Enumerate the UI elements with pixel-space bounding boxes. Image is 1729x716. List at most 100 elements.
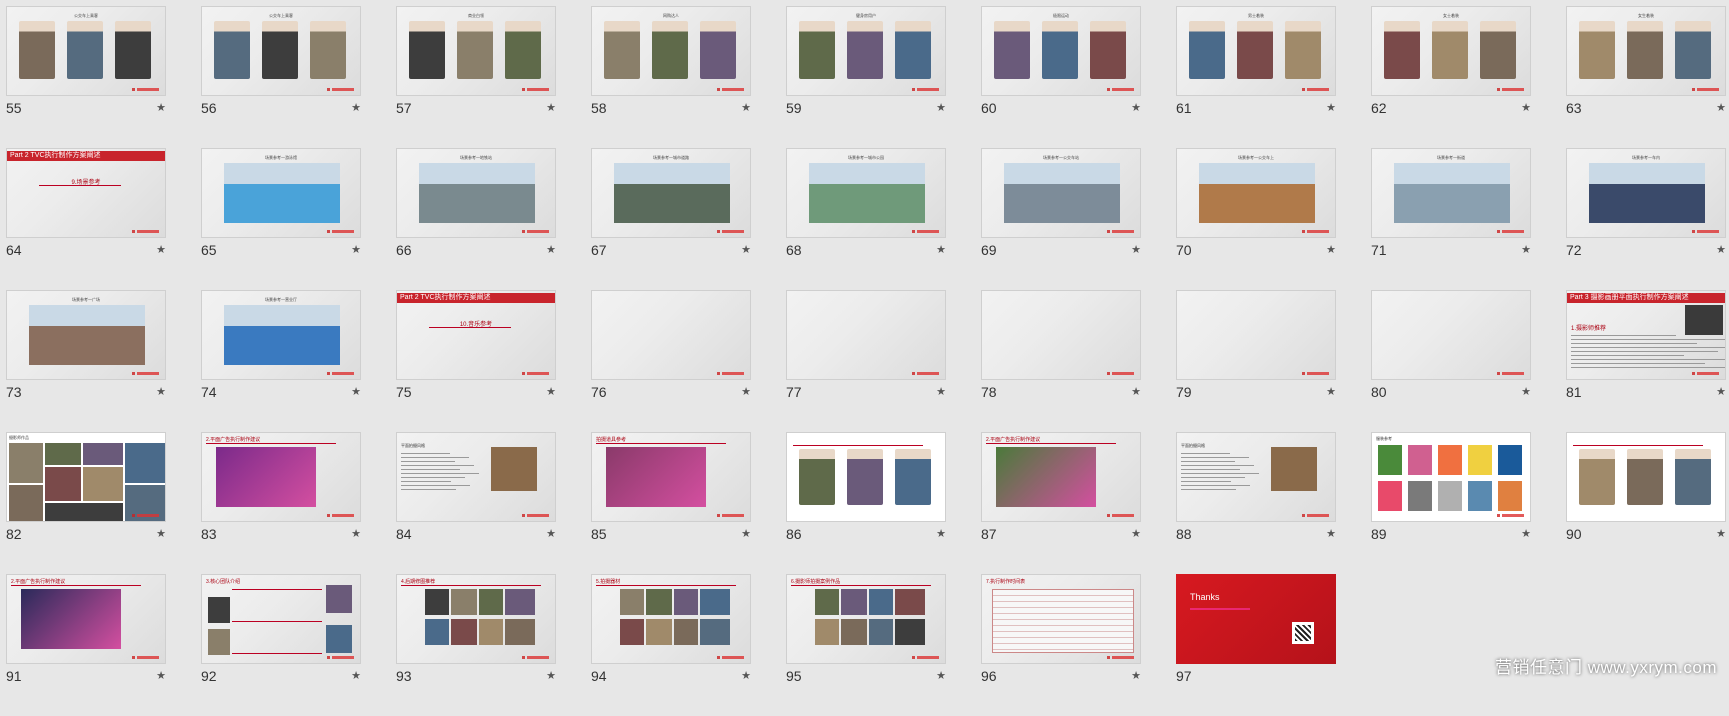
- slide-preview[interactable]: [1176, 290, 1336, 380]
- slide-thumbnail[interactable]: 场景参考一游泳馆 65 ★: [201, 148, 361, 290]
- slide-preview[interactable]: 5.拍摄器材: [591, 574, 751, 664]
- slide-preview[interactable]: 场景参考一车内: [1566, 148, 1726, 238]
- slide-preview[interactable]: 平面拍摄风格: [1176, 432, 1336, 522]
- slide-preview[interactable]: 2.平面广告执行制作建议: [981, 432, 1141, 522]
- slide-thumbnail[interactable]: 79 ★: [1176, 290, 1336, 432]
- transition-star-icon[interactable]: ★: [546, 527, 556, 540]
- transition-star-icon[interactable]: ★: [741, 243, 751, 256]
- transition-star-icon[interactable]: ★: [936, 669, 946, 682]
- slide-preview[interactable]: 公交车上乘客: [6, 6, 166, 96]
- transition-star-icon[interactable]: ★: [1521, 101, 1531, 114]
- slide-preview[interactable]: 女生着装: [1566, 6, 1726, 96]
- slide-preview[interactable]: 3.核心团队介绍: [201, 574, 361, 664]
- transition-star-icon[interactable]: ★: [156, 385, 166, 398]
- slide-preview[interactable]: [786, 432, 946, 522]
- slide-thumbnail[interactable]: 平面拍摄风格 84 ★: [396, 432, 556, 574]
- transition-star-icon[interactable]: ★: [156, 527, 166, 540]
- slide-thumbnail[interactable]: 80 ★: [1371, 290, 1531, 432]
- slide-thumbnail[interactable]: 极限运动 60 ★: [981, 6, 1141, 148]
- transition-star-icon[interactable]: ★: [1716, 101, 1726, 114]
- transition-star-icon[interactable]: ★: [156, 243, 166, 256]
- slide-thumbnail[interactable]: 2.平面广告执行制作建议 91 ★: [6, 574, 166, 716]
- transition-star-icon[interactable]: ★: [936, 527, 946, 540]
- transition-star-icon[interactable]: ★: [741, 385, 751, 398]
- slide-thumbnail[interactable]: Part 2 TVC执行制作方案阐述 9.场景参考 64 ★: [6, 148, 166, 290]
- transition-star-icon[interactable]: ★: [936, 243, 946, 256]
- transition-star-icon[interactable]: ★: [1326, 385, 1336, 398]
- slide-preview[interactable]: 6.摄影师拍摄案例作品: [786, 574, 946, 664]
- slide-preview[interactable]: 摄影师作品: [6, 432, 166, 522]
- slide-preview[interactable]: Thanks: [1176, 574, 1336, 664]
- slide-preview[interactable]: 网购达人: [591, 6, 751, 96]
- slide-preview[interactable]: 场景参考一城市道路: [591, 148, 751, 238]
- transition-star-icon[interactable]: ★: [741, 101, 751, 114]
- slide-thumbnail[interactable]: 女生着装 63 ★: [1566, 6, 1726, 148]
- slide-preview[interactable]: 公交车上乘客: [201, 6, 361, 96]
- transition-star-icon[interactable]: ★: [351, 527, 361, 540]
- transition-star-icon[interactable]: ★: [546, 385, 556, 398]
- slide-preview[interactable]: 平面拍摄风格: [396, 432, 556, 522]
- slide-preview[interactable]: 场景参考一地铁站: [396, 148, 556, 238]
- slide-thumbnail[interactable]: Part 2 TVC执行制作方案阐述 10.音乐参考 75 ★: [396, 290, 556, 432]
- slide-thumbnail[interactable]: Thanks 97: [1176, 574, 1336, 716]
- slide-thumbnail[interactable]: 拍摄道具参考 85 ★: [591, 432, 751, 574]
- slide-preview[interactable]: 场景参考一广场: [6, 290, 166, 380]
- transition-star-icon[interactable]: ★: [1521, 527, 1531, 540]
- transition-star-icon[interactable]: ★: [1521, 243, 1531, 256]
- slide-preview[interactable]: 男士着装: [1176, 6, 1336, 96]
- slide-thumbnail[interactable]: 5.拍摄器材 94 ★: [591, 574, 751, 716]
- slide-preview[interactable]: 场景参考一公交车上: [1176, 148, 1336, 238]
- transition-star-icon[interactable]: ★: [936, 385, 946, 398]
- transition-star-icon[interactable]: ★: [1326, 243, 1336, 256]
- transition-star-icon[interactable]: ★: [1326, 101, 1336, 114]
- slide-thumbnail[interactable]: 摄影师作品 82 ★: [6, 432, 166, 574]
- slide-thumbnail[interactable]: 公交车上乘客 56 ★: [201, 6, 361, 148]
- transition-star-icon[interactable]: ★: [1131, 669, 1141, 682]
- slide-thumbnail[interactable]: 健身房用户 59 ★: [786, 6, 946, 148]
- slide-preview[interactable]: 4.后期修图推荐: [396, 574, 556, 664]
- slide-preview[interactable]: 健身房用户: [786, 6, 946, 96]
- slide-preview[interactable]: 极限运动: [981, 6, 1141, 96]
- slide-preview[interactable]: [786, 290, 946, 380]
- slide-preview[interactable]: 2.平面广告执行制作建议: [6, 574, 166, 664]
- slide-thumbnail[interactable]: 86 ★: [786, 432, 946, 574]
- transition-star-icon[interactable]: ★: [1716, 243, 1726, 256]
- slide-thumbnail[interactable]: 90 ★: [1566, 432, 1726, 574]
- slide-preview[interactable]: [1371, 290, 1531, 380]
- slide-preview[interactable]: [981, 290, 1141, 380]
- transition-star-icon[interactable]: ★: [351, 243, 361, 256]
- slide-thumbnail[interactable]: 76 ★: [591, 290, 751, 432]
- slide-preview[interactable]: 场景参考一公交车站: [981, 148, 1141, 238]
- slide-thumbnail[interactable]: 女士着装 62 ★: [1371, 6, 1531, 148]
- slide-preview[interactable]: 女士着装: [1371, 6, 1531, 96]
- slide-preview[interactable]: Part 2 TVC执行制作方案阐述 10.音乐参考: [396, 290, 556, 380]
- slide-preview[interactable]: 场景参考一城市公园: [786, 148, 946, 238]
- transition-star-icon[interactable]: ★: [1131, 101, 1141, 114]
- slide-thumbnail[interactable]: 网购达人 58 ★: [591, 6, 751, 148]
- transition-star-icon[interactable]: ★: [1521, 385, 1531, 398]
- slide-preview[interactable]: [591, 290, 751, 380]
- transition-star-icon[interactable]: ★: [156, 669, 166, 682]
- slide-thumbnail[interactable]: 4.后期修图推荐 93 ★: [396, 574, 556, 716]
- transition-star-icon[interactable]: ★: [1716, 527, 1726, 540]
- slide-thumbnail[interactable]: 77 ★: [786, 290, 946, 432]
- slide-thumbnail[interactable]: Part 3 摄影画册平面执行制作方案阐述 1.摄影师推荐 81 ★: [1566, 290, 1726, 432]
- transition-star-icon[interactable]: ★: [351, 385, 361, 398]
- slide-preview[interactable]: 场景参考一游泳馆: [201, 148, 361, 238]
- slide-thumbnail[interactable]: 公交车上乘客 55 ★: [6, 6, 166, 148]
- slide-thumbnail[interactable]: 场景参考一城市公园 68 ★: [786, 148, 946, 290]
- transition-star-icon[interactable]: ★: [1326, 527, 1336, 540]
- slide-thumbnail[interactable]: 场景参考一营业厅 74 ★: [201, 290, 361, 432]
- slide-preview[interactable]: 场景参考一营业厅: [201, 290, 361, 380]
- slide-thumbnail[interactable]: 7.执行制作时间表 96 ★: [981, 574, 1141, 716]
- slide-preview[interactable]: 2.平面广告执行制作建议: [201, 432, 361, 522]
- transition-star-icon[interactable]: ★: [936, 101, 946, 114]
- transition-star-icon[interactable]: ★: [1131, 385, 1141, 398]
- slide-preview[interactable]: 拍摄道具参考: [591, 432, 751, 522]
- transition-star-icon[interactable]: ★: [1131, 243, 1141, 256]
- slide-thumbnail[interactable]: 3.核心团队介绍 92 ★: [201, 574, 361, 716]
- slide-thumbnail[interactable]: 场景参考一城市道路 67 ★: [591, 148, 751, 290]
- slide-preview[interactable]: 服装参考: [1371, 432, 1531, 522]
- slide-thumbnail[interactable]: 场景参考一地铁站 66 ★: [396, 148, 556, 290]
- slide-thumbnail[interactable]: 场景参考一公交车站 69 ★: [981, 148, 1141, 290]
